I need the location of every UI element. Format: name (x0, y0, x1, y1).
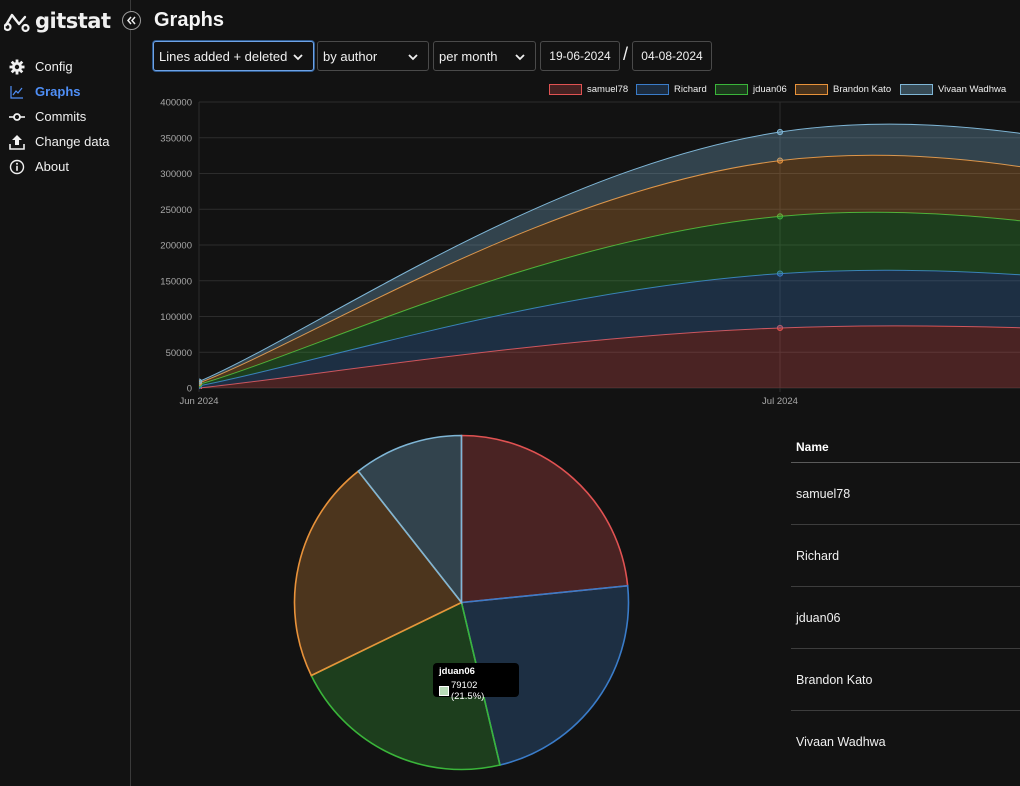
y-tick-label: 0 (187, 384, 192, 395)
authors-table: Name samuel78 Richard jduan06 Brandon Ka… (791, 432, 1020, 773)
gear-icon (9, 59, 25, 75)
date-separator: / (623, 44, 629, 64)
table-row[interactable]: Vivaan Wadhwa (791, 711, 1020, 773)
table-row[interactable]: samuel78 (791, 463, 1020, 525)
sidebar-item-label: Change data (35, 134, 110, 149)
chart-icon (9, 84, 25, 100)
y-tick-label: 350000 (160, 133, 192, 144)
data-point[interactable] (776, 128, 784, 136)
y-tick-label: 50000 (166, 348, 192, 359)
tooltip-title: jduan06 (439, 666, 475, 677)
brand[interactable]: gitstat (4, 8, 111, 34)
sidebar-item-label: Commits (35, 109, 87, 124)
tooltip-body: 79102 (21.5%) (439, 680, 513, 702)
sidebar-item-label: About (35, 159, 69, 174)
period-select[interactable]: per month (433, 41, 536, 71)
sidebar-item-label: Config (35, 59, 73, 74)
y-tick-label: 300000 (160, 169, 192, 180)
x-tick-label: Jul 2024 (762, 396, 798, 407)
group-select[interactable]: by author (317, 41, 429, 71)
sidebar-item-graphs[interactable]: Graphs (0, 79, 130, 104)
y-tick-label: 200000 (160, 241, 192, 252)
y-tick-label: 150000 (160, 276, 192, 287)
page-title: Graphs (154, 9, 225, 31)
chevron-down-icon (515, 54, 525, 61)
table-header-name: Name (791, 432, 1020, 463)
data-point[interactable] (196, 378, 203, 385)
sidebar-item-about[interactable]: About (0, 154, 130, 179)
pie-tooltip: jduan06 79102 (21.5%) (433, 663, 519, 702)
pie-chart (293, 434, 630, 771)
date-from-input[interactable]: 19-06-2024 (540, 41, 620, 71)
y-tick-label: 400000 (160, 98, 192, 109)
sidebar-item-change-data[interactable]: Change data (0, 129, 130, 154)
metric-select[interactable]: Lines added + deleted (153, 41, 314, 71)
group-select-value: by author (323, 48, 378, 64)
logo-icon (4, 13, 30, 33)
sidebar-item-commits[interactable]: Commits (0, 104, 130, 129)
upload-icon (9, 134, 25, 150)
sidebar: gitstat Config Graphs Commits Change dat… (0, 0, 131, 786)
sidebar-nav: Config Graphs Commits Change data About (0, 54, 130, 179)
chevron-down-icon (293, 54, 303, 61)
x-tick-label: Jun 2024 (179, 396, 218, 407)
y-tick-label: 100000 (160, 312, 192, 323)
area-chart: 0 50000 100000 150000 200000 250000 300000 3500… (160, 98, 1020, 407)
sidebar-item-label: Graphs (35, 84, 81, 99)
double-chevron-left-icon (127, 16, 136, 25)
commit-icon (9, 109, 25, 125)
sidebar-item-config[interactable]: Config (0, 54, 130, 79)
date-to-input[interactable]: 04-08-2024 (632, 41, 712, 71)
metric-select-value: Lines added + deleted (159, 48, 288, 64)
info-icon (9, 159, 25, 175)
table-row[interactable]: jduan06 (791, 587, 1020, 649)
chevron-down-icon (408, 54, 418, 61)
period-select-value: per month (439, 48, 498, 64)
table-row[interactable]: Richard (791, 525, 1020, 587)
collapse-sidebar-button[interactable] (122, 11, 141, 30)
pie-slice-samuel78[interactable] (460, 434, 629, 604)
tooltip-value: 79102 (21.5%) (450, 680, 485, 702)
y-tick-label: 250000 (160, 205, 192, 216)
tooltip-swatch (439, 686, 449, 696)
table-row[interactable]: Brandon Kato (791, 649, 1020, 711)
brand-name: gitstat (35, 9, 111, 33)
